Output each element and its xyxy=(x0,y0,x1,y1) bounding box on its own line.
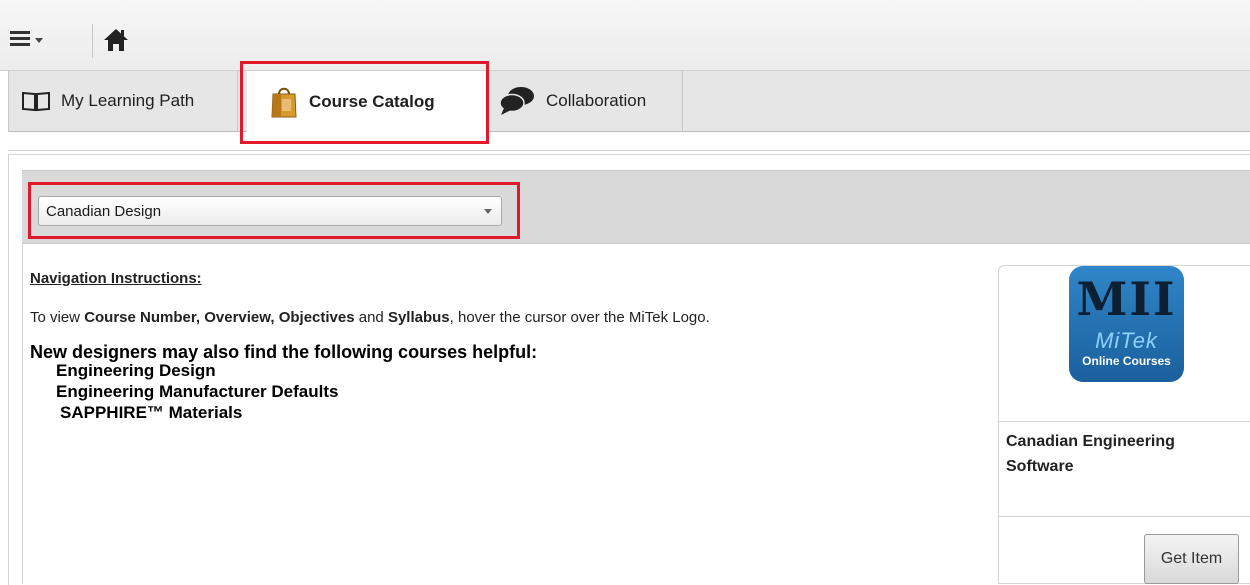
logo-brand: MiTek xyxy=(1095,328,1158,353)
instr-suffix: , hover the cursor over the MiTek Logo. xyxy=(449,309,710,326)
course-card-divider xyxy=(999,516,1250,517)
home-icon xyxy=(104,29,128,51)
main-tab-bar: My Learning Path Course Catalog Collabor… xyxy=(8,71,1250,133)
get-item-button[interactable]: Get Item xyxy=(1144,534,1239,584)
tab-collaboration[interactable]: Collaboration xyxy=(488,71,683,131)
panel-divider xyxy=(8,150,1250,151)
tab-label: Collaboration xyxy=(546,91,647,110)
helpful-courses-heading: New designers may also find the followin… xyxy=(30,342,538,362)
speech-bubbles-icon xyxy=(498,86,536,116)
course-card-image-area: MII MiTek Online Courses xyxy=(999,266,1250,422)
content-border xyxy=(22,242,23,584)
hamburger-menu-button[interactable] xyxy=(10,28,60,54)
category-select-value: Canadian Design xyxy=(46,202,162,220)
tab-course-catalog[interactable]: Course Catalog xyxy=(247,71,487,133)
logo-subtitle: Online Courses xyxy=(1082,354,1171,368)
category-select[interactable]: Canadian Design xyxy=(38,196,502,226)
instr-prefix: To view xyxy=(30,309,85,326)
tab-my-learning-path[interactable]: My Learning Path xyxy=(9,71,238,131)
tab-label: Course Catalog xyxy=(309,92,435,111)
instr-and: and xyxy=(354,309,388,326)
tab-label: My Learning Path xyxy=(61,91,195,110)
chevron-down-icon xyxy=(35,38,43,43)
helpful-course-item[interactable]: SAPPHIRE™ Materials xyxy=(60,403,242,423)
helpful-course-item[interactable]: Engineering Manufacturer Defaults xyxy=(56,382,338,402)
hamburger-menu-icon xyxy=(10,31,30,47)
mitek-logo[interactable]: MII MiTek Online Courses xyxy=(1069,266,1184,382)
logo-mark: MII xyxy=(1076,272,1177,326)
home-button[interactable] xyxy=(102,26,130,54)
course-card-title: Canadian Engineering Software xyxy=(1006,433,1175,475)
course-card: MII MiTek Online Courses Canadian Engine… xyxy=(998,265,1250,584)
open-book-icon xyxy=(21,90,51,112)
navigation-instructions-heading: Navigation Instructions: xyxy=(30,270,202,287)
navigation-instructions-text: To view Course Number, Overview, Objecti… xyxy=(30,309,710,326)
toolbar-divider xyxy=(92,24,93,58)
shopping-bag-icon xyxy=(269,85,299,119)
instr-terms: Course Number, Overview, Objectives xyxy=(84,309,355,326)
instr-syllabus: Syllabus xyxy=(387,309,450,326)
helpful-course-item[interactable]: Engineering Design xyxy=(56,361,216,381)
chevron-down-icon xyxy=(484,209,492,214)
top-toolbar xyxy=(0,0,1250,71)
